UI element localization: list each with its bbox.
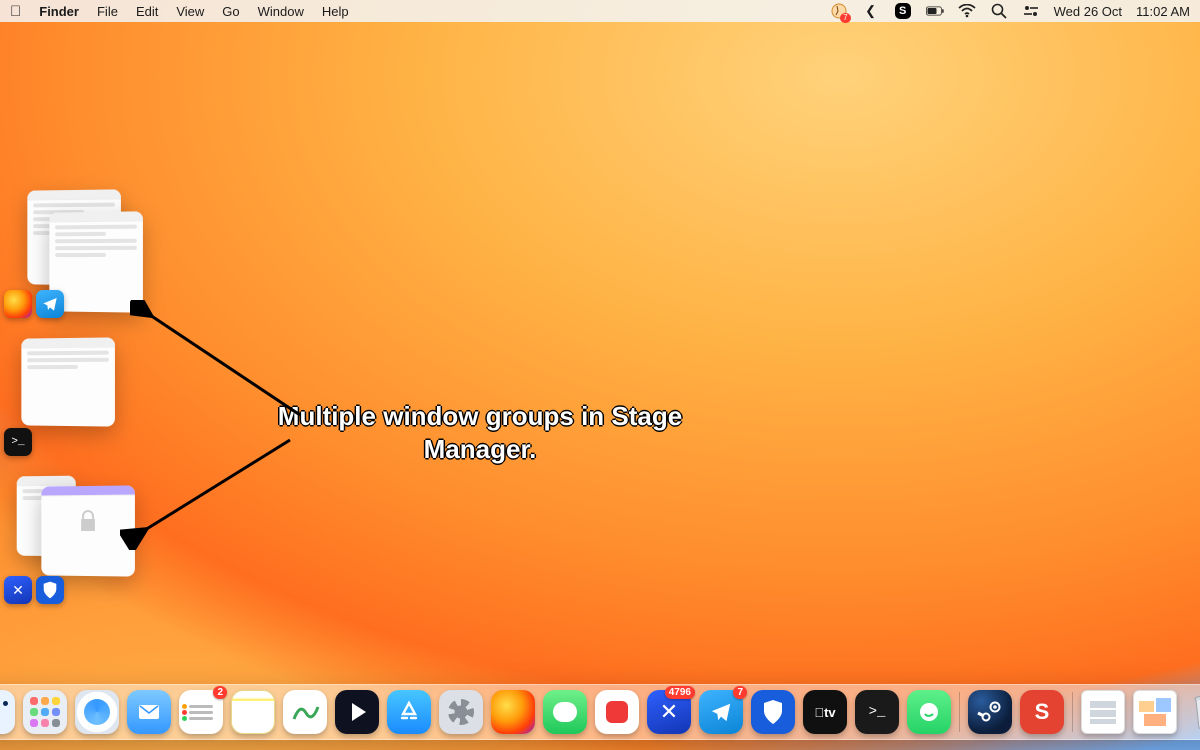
dock-apps: 2 ✕4796 7 tv >_ [0,690,951,734]
app-name[interactable]: Finder [39,4,79,19]
status-spotlight-icon[interactable] [990,2,1008,20]
terminal-icon: >_ [4,428,32,456]
dock-iina[interactable] [335,690,379,734]
dock-right [1081,690,1200,734]
status-todoist-icon[interactable]: 7 [830,2,848,20]
dock-bitwarden[interactable] [751,690,795,734]
dock-freeform[interactable] [283,690,327,734]
status-control-center-icon[interactable] [1022,2,1040,20]
firefox-icon [4,290,32,318]
dock-separator-2 [1072,692,1073,732]
stage-group-1[interactable] [8,190,158,310]
dock-notes[interactable] [231,690,275,734]
dock-apps-2: S [968,690,1064,734]
menu-file[interactable]: File [97,4,118,19]
desktop:  Finder File Edit View Go Window Help 7… [0,0,1200,750]
stage-manager-strip: >_ ✕ [8,190,158,596]
dock-recent-2[interactable] [1133,690,1177,734]
menu-view[interactable]: View [176,4,204,19]
status-skype-icon[interactable]: S [894,2,912,20]
dock-vivaldi[interactable] [595,690,639,734]
dock-steam[interactable] [968,690,1012,734]
status-wifi-icon[interactable] [958,2,976,20]
dock-tool[interactable]: ✕4796 [647,690,691,734]
status-battery-icon[interactable] [926,2,944,20]
dock-terminal[interactable]: >_ [855,690,899,734]
dock-trash[interactable] [1185,690,1200,734]
dock-appletv[interactable]: tv [803,690,847,734]
dock-reminders[interactable]: 2 [179,690,223,734]
dock-whatsapp[interactable] [907,690,951,734]
dock-appstore[interactable] [387,690,431,734]
status-time[interactable]: 11:02 AM [1136,4,1190,19]
dock-todoist[interactable]: S [1020,690,1064,734]
annotation-caption: Multiple window groups in Stage Manager. [270,400,690,465]
menu-window[interactable]: Window [258,4,304,19]
dock: 2 ✕4796 7 tv >_ S [0,684,1200,740]
status-back-icon[interactable]: ❮ [862,2,880,20]
menu-go[interactable]: Go [222,4,239,19]
dock-recent-1[interactable] [1081,690,1125,734]
status-date[interactable]: Wed 26 Oct [1054,4,1122,19]
dock-finder[interactable] [0,690,15,734]
dock-mail[interactable] [127,690,171,734]
stage-group-3[interactable]: ✕ [8,476,158,596]
bitwarden-icon [36,576,64,604]
stage-group-2[interactable]: >_ [8,338,158,448]
dock-firefox[interactable] [491,690,535,734]
tool-icon: ✕ [4,576,32,604]
dock-launchpad[interactable] [23,690,67,734]
menu-help[interactable]: Help [322,4,349,19]
dock-separator-1 [959,692,960,732]
dock-telegram[interactable]: 7 [699,690,743,734]
menu-edit[interactable]: Edit [136,4,158,19]
dock-messages[interactable] [543,690,587,734]
menubar:  Finder File Edit View Go Window Help 7… [0,0,1200,22]
dock-system-settings[interactable] [439,690,483,734]
telegram-icon [36,290,64,318]
dock-safari[interactable] [75,690,119,734]
apple-menu-icon[interactable]:  [10,3,21,20]
